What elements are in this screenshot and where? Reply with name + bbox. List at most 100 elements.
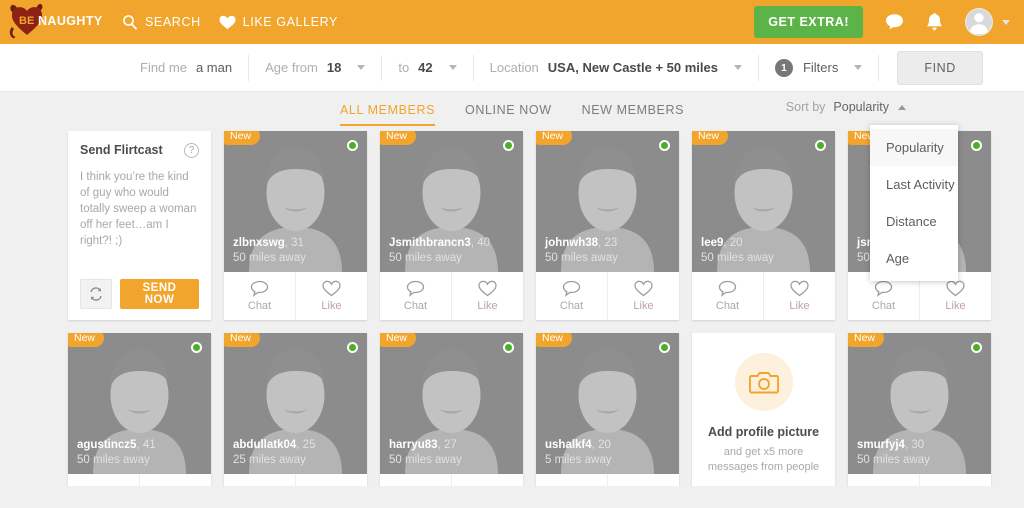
send-now-button[interactable]: SEND NOW — [120, 279, 199, 309]
member-photo[interactable]: New zlbnxswg, 31 50 miles away — [224, 131, 367, 272]
like-label: Like — [477, 300, 498, 312]
card-actions — [380, 474, 523, 486]
messages-icon[interactable] — [885, 13, 904, 31]
nav-search[interactable]: SEARCH — [122, 14, 201, 30]
new-badge: New — [692, 131, 729, 145]
svg-text:BE: BE — [19, 15, 34, 27]
card-actions: Chat Like — [536, 272, 679, 320]
sort-by-control[interactable]: Sort by Popularity — [786, 100, 906, 114]
member-name: abdullatk04 — [233, 439, 297, 451]
chat-button[interactable] — [380, 474, 451, 486]
member-card[interactable]: New johnwh38, 23 50 miles away Chat Like — [536, 131, 679, 320]
location-field[interactable]: Location USA, New Castle + 50 miles — [474, 44, 758, 91]
question-mark-icon[interactable]: ? — [184, 143, 199, 158]
age-from-field[interactable]: Age from 18 — [249, 44, 381, 91]
account-menu-chevron-icon[interactable] — [1002, 19, 1010, 25]
member-photo[interactable]: New ushalkf4, 20 5 miles away — [536, 333, 679, 474]
member-name: zlbnxswg — [233, 237, 285, 249]
member-card[interactable]: New agustincz5, 41 50 miles away — [68, 333, 211, 486]
member-distance: 5 miles away — [545, 454, 612, 466]
get-extra-button[interactable]: GET EXTRA! — [754, 6, 863, 38]
member-meta: johnwh38, 23 50 miles away — [545, 234, 618, 264]
chat-label: Chat — [715, 300, 740, 312]
new-badge: New — [224, 333, 261, 347]
chat-button[interactable] — [68, 474, 139, 486]
avatar[interactable] — [965, 8, 993, 36]
member-name-age: abdullatk04, 25 — [233, 439, 316, 451]
chevron-down-icon[interactable] — [448, 65, 457, 70]
like-button[interactable] — [451, 474, 523, 486]
bell-icon[interactable] — [926, 12, 943, 32]
site-logo[interactable]: BE NAUGHTY — [8, 2, 106, 42]
member-photo[interactable]: New harryu83, 27 50 miles away — [380, 333, 523, 474]
member-age: 40 — [477, 237, 490, 249]
member-meta: smurfyj4, 30 50 miles away — [857, 436, 930, 466]
refresh-button[interactable] — [80, 279, 112, 309]
chevron-down-icon[interactable] — [733, 65, 742, 70]
like-button[interactable]: Like — [451, 272, 523, 320]
member-name: Jsmithbrancn3 — [389, 237, 471, 249]
chevron-down-icon[interactable] — [357, 65, 366, 70]
member-card[interactable]: New zlbnxswg, 31 50 miles away Chat Like — [224, 131, 367, 320]
tab-new-members[interactable]: NEW MEMBERS — [582, 103, 684, 126]
like-label: Like — [789, 300, 810, 312]
sort-option-popularity[interactable]: Popularity — [870, 129, 958, 166]
chevron-up-icon[interactable] — [898, 104, 906, 110]
flirtcast-header: Send Flirtcast ? — [80, 143, 199, 158]
member-photo[interactable]: New johnwh38, 23 50 miles away — [536, 131, 679, 272]
online-status-indicator — [971, 342, 982, 353]
like-button[interactable] — [607, 474, 679, 486]
member-photo[interactable]: New agustincz5, 41 50 miles away — [68, 333, 211, 474]
sort-by-value: Popularity — [833, 100, 889, 114]
filters-field[interactable]: 1 Filters — [759, 44, 878, 91]
sort-option-age[interactable]: Age — [870, 240, 958, 277]
like-button[interactable]: Like — [295, 272, 367, 320]
chat-button[interactable]: Chat — [224, 272, 295, 320]
like-button[interactable] — [295, 474, 367, 486]
member-card[interactable]: New lee9, 20 50 miles away Chat Like — [692, 131, 835, 320]
chat-label: Chat — [247, 300, 272, 312]
chat-button[interactable]: Chat — [380, 272, 451, 320]
chat-button[interactable]: Chat — [692, 272, 763, 320]
member-meta: harryu83, 27 50 miles away — [389, 436, 462, 466]
filters-label: Filters — [802, 60, 839, 75]
chat-button[interactable] — [536, 474, 607, 486]
sort-option-last-activity[interactable]: Last Activity — [870, 166, 958, 203]
heart-outline-icon — [478, 280, 497, 297]
like-button[interactable] — [919, 474, 991, 486]
member-card[interactable]: New smurfyj4, 30 50 miles away — [848, 333, 991, 486]
chat-bubble-icon — [562, 280, 581, 297]
top-header: BE NAUGHTY SEARCH LIKE GALLERY GET EXTRA… — [0, 0, 1024, 44]
like-button[interactable]: Like — [607, 272, 679, 320]
like-button[interactable] — [139, 474, 211, 486]
member-photo[interactable]: New smurfyj4, 30 50 miles away — [848, 333, 991, 474]
like-button[interactable]: Like — [763, 272, 835, 320]
member-name-age: harryu83, 27 — [389, 439, 457, 451]
member-card[interactable]: New abdullatk04, 25 25 miles away — [224, 333, 367, 486]
age-to-field[interactable]: to 42 — [382, 44, 472, 91]
card-actions: Chat Like — [692, 272, 835, 320]
member-card[interactable]: New ushalkf4, 20 5 miles away — [536, 333, 679, 486]
age-from-label: Age from — [265, 60, 318, 75]
chat-button[interactable] — [848, 474, 919, 486]
member-meta: lee9, 20 50 miles away — [701, 234, 774, 264]
member-card[interactable]: New Jsmithbrancn3, 40 50 miles away Chat — [380, 131, 523, 320]
camera-icon — [748, 371, 779, 393]
find-button[interactable]: FIND — [897, 50, 983, 85]
member-age: 27 — [443, 439, 457, 451]
user-avatar-icon — [966, 9, 992, 34]
nav-like-gallery[interactable]: LIKE GALLERY — [219, 15, 338, 30]
member-photo[interactable]: New abdullatk04, 25 25 miles away — [224, 333, 367, 474]
member-tabs: ALL MEMBERS ONLINE NOW NEW MEMBERS — [339, 92, 684, 126]
member-card[interactable]: New harryu83, 27 50 miles away — [380, 333, 523, 486]
card-actions: Chat Like — [380, 272, 523, 320]
chat-button[interactable]: Chat — [536, 272, 607, 320]
sort-option-distance[interactable]: Distance — [870, 203, 958, 240]
find-me-field[interactable]: Find me a man — [124, 44, 248, 91]
tab-online-now[interactable]: ONLINE NOW — [465, 103, 552, 126]
chat-button[interactable] — [224, 474, 295, 486]
chevron-down-icon[interactable] — [854, 65, 863, 70]
tab-all-members[interactable]: ALL MEMBERS — [339, 103, 436, 126]
member-photo[interactable]: New lee9, 20 50 miles away — [692, 131, 835, 272]
member-photo[interactable]: New Jsmithbrancn3, 40 50 miles away — [380, 131, 523, 272]
